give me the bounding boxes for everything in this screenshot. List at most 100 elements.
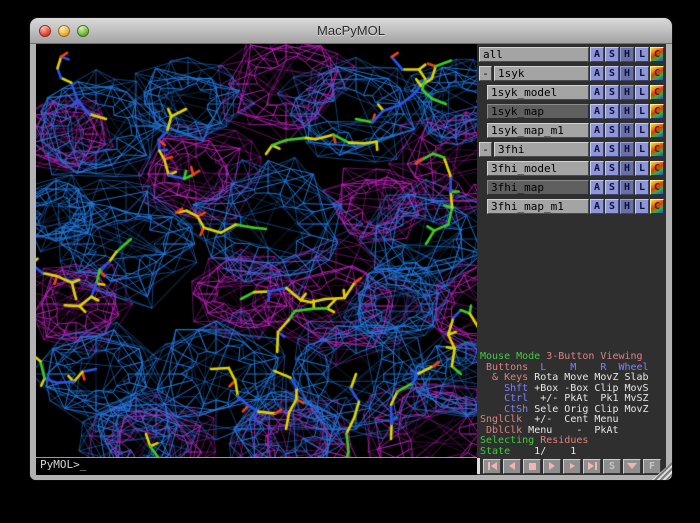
object-3fhi_map-H-button[interactable]: H <box>620 180 634 195</box>
object-1syk_map_m1-C-button[interactable]: C <box>650 123 664 138</box>
object-3fhi-H-button[interactable]: H <box>620 142 634 157</box>
playback-step-back-button[interactable] <box>503 459 521 474</box>
object-list: allASHLC-1sykASHLC1syk_modelASHLC1syk_ma… <box>477 44 666 216</box>
play-icon <box>549 462 555 470</box>
object-name-3fhi_model[interactable]: 3fhi_model <box>487 161 589 176</box>
playback-scene-button-button[interactable]: S <box>603 459 621 474</box>
object-3fhi-C-button[interactable]: C <box>650 142 664 157</box>
object-all-H-button[interactable]: H <box>620 47 634 62</box>
text-segment: Sele Orig Clip MovZ <box>534 404 648 415</box>
text-segment: Selecting <box>480 435 540 446</box>
object-3fhi_model-H-button[interactable]: H <box>620 161 634 176</box>
object-name-1syk_model[interactable]: 1syk_model <box>487 85 589 100</box>
object-3fhi_map_m1-C-button[interactable]: C <box>650 199 664 214</box>
object-all-L-button[interactable]: L <box>635 47 649 62</box>
text-segment: Shft <box>480 383 534 394</box>
object-3fhi_model-A-button[interactable]: A <box>590 161 604 176</box>
object-1syk_model-A-button[interactable]: A <box>590 85 604 100</box>
object-3fhi-S-button[interactable]: S <box>605 142 619 157</box>
skip-start-icon <box>491 462 497 470</box>
down-icon <box>627 463 637 469</box>
playback-stop-button[interactable] <box>523 459 541 474</box>
object-1syk_model-S-button[interactable]: S <box>605 85 619 100</box>
object-name-all[interactable]: all <box>479 47 589 62</box>
object-all-S-button[interactable]: S <box>605 47 619 62</box>
object-1syk-C-button[interactable]: C <box>650 66 664 81</box>
object-3fhi_map_m1-L-button[interactable]: L <box>635 199 649 214</box>
text-segment: Mouse Mode <box>480 351 546 362</box>
text-segment: +Box -Box Clip MovS <box>534 383 648 394</box>
object-1syk-H-button[interactable]: H <box>620 66 634 81</box>
object-3fhi_model-C-button[interactable]: C <box>650 161 664 176</box>
skip-start-icon <box>488 462 490 470</box>
object-3fhi_map-A-button[interactable]: A <box>590 180 604 195</box>
object-row-3fhi_model: 3fhi_modelASHLC <box>477 159 666 178</box>
object-1syk-A-button[interactable]: A <box>590 66 604 81</box>
object-3fhi-L-button[interactable]: L <box>635 142 649 157</box>
object-name-1syk_map_m1[interactable]: 1syk_map_m1 <box>487 123 589 138</box>
collapse-toggle-3fhi[interactable]: - <box>479 142 492 157</box>
object-3fhi_map-L-button[interactable]: L <box>635 180 649 195</box>
text-segment: Rota Move MovZ Slab <box>534 372 648 383</box>
title-bar[interactable]: MacPyMOL <box>30 18 672 44</box>
mouse-mode-panel: Mouse Mode 3-Button Viewing Buttons L M … <box>480 352 666 457</box>
object-all-C-button[interactable]: C <box>650 47 664 62</box>
object-1syk_map-L-button[interactable]: L <box>635 104 649 119</box>
text-segment: SnglClk <box>480 414 528 425</box>
object-1syk_map-C-button[interactable]: C <box>650 104 664 119</box>
object-1syk_map_m1-S-button[interactable]: S <box>605 123 619 138</box>
object-name-1syk_map[interactable]: 1syk_map <box>487 104 589 119</box>
skip-end-icon <box>588 462 594 470</box>
command-line-input[interactable]: PyMOL>_ <box>36 457 477 472</box>
object-1syk_model-H-button[interactable]: H <box>620 85 634 100</box>
object-row-3fhi_map_m1: 3fhi_map_m1ASHLC <box>477 197 666 216</box>
object-1syk_map-S-button[interactable]: S <box>605 104 619 119</box>
object-1syk_map_m1-H-button[interactable]: H <box>620 123 634 138</box>
playback-play-button[interactable] <box>543 459 561 474</box>
object-name-3fhi_map_m1[interactable]: 3fhi_map_m1 <box>487 199 589 214</box>
object-1syk_model-C-button[interactable]: C <box>650 85 664 100</box>
molecule-render-canvas[interactable] <box>36 44 477 457</box>
text-segment: Ctrl <box>480 393 534 404</box>
forward-icon <box>570 463 575 469</box>
object-3fhi_map_m1-S-button[interactable]: S <box>605 199 619 214</box>
object-3fhi_model-S-button[interactable]: S <box>605 161 619 176</box>
text-segment: DblClk <box>480 425 528 436</box>
object-1syk-L-button[interactable]: L <box>635 66 649 81</box>
playback-step-forward-button[interactable] <box>563 459 581 474</box>
object-3fhi_map-S-button[interactable]: S <box>605 180 619 195</box>
text-segment: Buttons <box>480 362 534 373</box>
text-segment: State <box>480 446 516 457</box>
object-3fhi-A-button[interactable]: A <box>590 142 604 157</box>
window-title: MacPyMOL <box>30 23 672 38</box>
object-name-3fhi[interactable]: 3fhi <box>494 142 589 157</box>
object-1syk_map-H-button[interactable]: H <box>620 104 634 119</box>
object-3fhi_model-L-button[interactable]: L <box>635 161 649 176</box>
object-row-3fhi: -3fhiASHLC <box>477 140 666 159</box>
playback-go-to-end-button[interactable] <box>583 459 601 474</box>
object-1syk_map_m1-A-button[interactable]: A <box>590 123 604 138</box>
object-row-1syk_map: 1syk_mapASHLC <box>477 102 666 121</box>
playback-fullscreen-button[interactable]: F <box>643 459 661 474</box>
object-1syk_map-A-button[interactable]: A <box>590 104 604 119</box>
viewport-3d[interactable]: PyMOL>_ <box>36 44 477 475</box>
object-1syk-S-button[interactable]: S <box>605 66 619 81</box>
object-1syk_map_m1-L-button[interactable]: L <box>635 123 649 138</box>
object-name-1syk[interactable]: 1syk <box>494 66 589 81</box>
state-indicator[interactable]: State 1/ 1 <box>480 447 666 458</box>
f-label: F <box>649 460 655 473</box>
text-segment: Residues <box>540 435 588 446</box>
object-1syk_model-L-button[interactable]: L <box>635 85 649 100</box>
object-all-A-button[interactable]: A <box>590 47 604 62</box>
playback-menu-dropdown-button[interactable] <box>623 459 641 474</box>
collapse-toggle-1syk[interactable]: - <box>479 66 492 81</box>
object-3fhi_map_m1-A-button[interactable]: A <box>590 199 604 214</box>
text-segment: CtSh <box>480 404 534 415</box>
object-name-3fhi_map[interactable]: 3fhi_map <box>487 180 589 195</box>
object-row-1syk_model: 1syk_modelASHLC <box>477 83 666 102</box>
object-3fhi_map-C-button[interactable]: C <box>650 180 664 195</box>
object-3fhi_map_m1-H-button[interactable]: H <box>620 199 634 214</box>
text-segment: L M R Wheel <box>534 362 648 373</box>
playback-go-to-start-button[interactable] <box>483 459 501 474</box>
object-row-all: allASHLC <box>477 45 666 64</box>
